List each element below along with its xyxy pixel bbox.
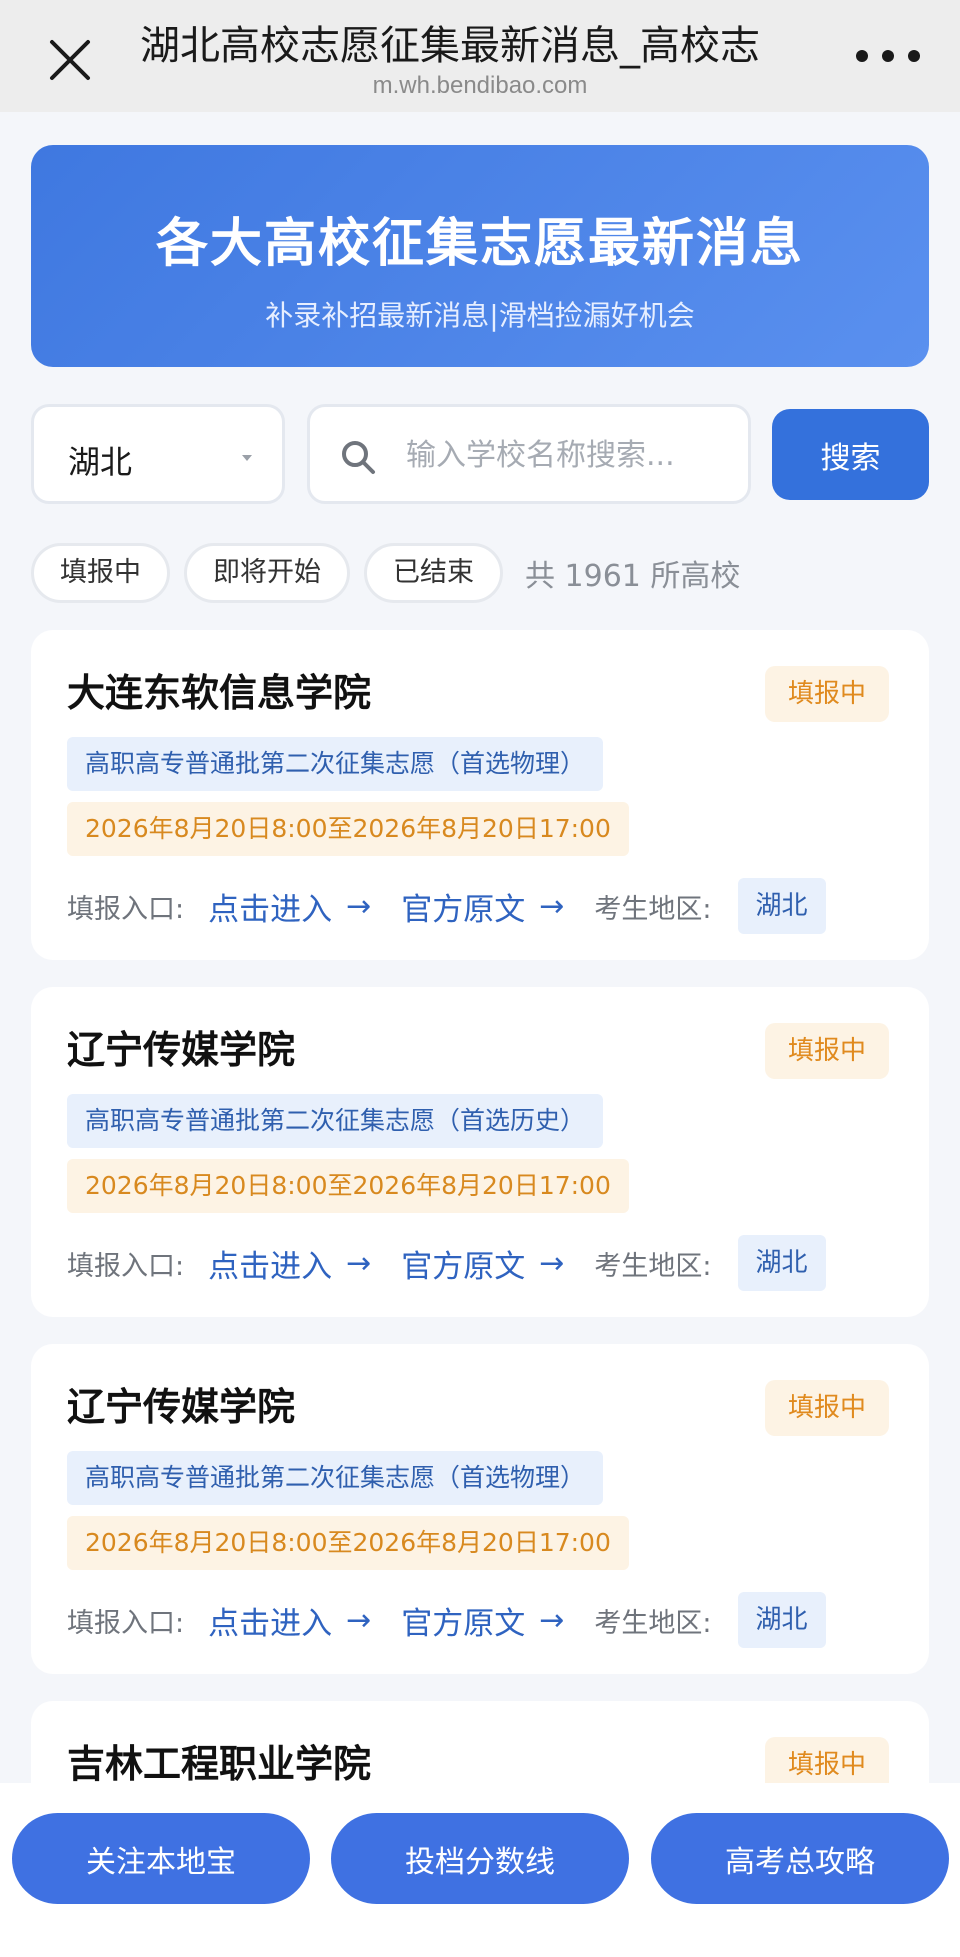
page-title: 湖北高校志愿征集最新消息_高校志 bbox=[140, 23, 760, 69]
card-links-row: 填报入口: 点击进入 → 官方原文 → 考生地区: 湖北 bbox=[67, 878, 897, 934]
search-input[interactable] bbox=[406, 433, 726, 477]
enter-link[interactable]: 点击进入 → bbox=[208, 1598, 371, 1643]
batch-tag: 高职高专普通批第二次征集志愿（首选物理） bbox=[67, 737, 604, 791]
arrow-right-icon: → bbox=[539, 888, 565, 924]
hero-subtitle: 补录补招最新消息|滑档捡漏好机会 bbox=[265, 299, 695, 332]
gaokao-guide-button[interactable]: 高考总攻略 bbox=[651, 1813, 949, 1904]
enter-link[interactable]: 点击进入 → bbox=[208, 884, 371, 929]
original-link-label: 官方原文 bbox=[401, 1605, 526, 1642]
school-card[interactable]: 辽宁传媒学院 填报中 高职高专普通批第二次征集志愿（首选历史） 2026年8月2… bbox=[31, 987, 929, 1317]
date-tag: 2026年8月20日8:00至2026年8月20日17:00 bbox=[67, 1159, 629, 1213]
region-tag: 湖北 bbox=[737, 878, 826, 934]
filter-chip-filling[interactable]: 填报中 bbox=[31, 543, 170, 603]
enter-link-label: 点击进入 bbox=[208, 891, 333, 928]
score-line-button[interactable]: 投档分数线 bbox=[331, 1813, 629, 1904]
search-box bbox=[307, 404, 751, 504]
hero-title: 各大高校征集志愿最新消息 bbox=[155, 214, 804, 274]
region-select[interactable]: 湖北 bbox=[31, 404, 285, 504]
hero-banner: 各大高校征集志愿最新消息 补录补招最新消息|滑档捡漏好机会 bbox=[31, 145, 929, 367]
school-card[interactable]: 辽宁传媒学院 填报中 高职高专普通批第二次征集志愿（首选物理） 2026年8月2… bbox=[31, 1344, 929, 1674]
school-name: 大连东软信息学院 bbox=[67, 671, 372, 715]
entry-label: 填报入口: bbox=[67, 893, 185, 925]
region-label: 考生地区: bbox=[594, 893, 712, 925]
region-select-value: 湖北 bbox=[68, 443, 133, 481]
search-icon bbox=[342, 441, 375, 474]
school-count: 共 1961 所高校 bbox=[525, 559, 741, 594]
original-link-label: 官方原文 bbox=[401, 1248, 526, 1285]
filter-chip-ended[interactable]: 已结束 bbox=[364, 543, 503, 603]
card-links-row: 填报入口: 点击进入 → 官方原文 → 考生地区: 湖北 bbox=[67, 1592, 897, 1648]
school-card[interactable]: 大连东软信息学院 填报中 高职高专普通批第二次征集志愿（首选物理） 2026年8… bbox=[31, 630, 929, 960]
follow-bendibao-button[interactable]: 关注本地宝 bbox=[12, 1813, 310, 1904]
batch-tag: 高职高专普通批第二次征集志愿（首选物理） bbox=[67, 1451, 604, 1505]
arrow-right-icon: → bbox=[346, 888, 372, 924]
date-tag: 2026年8月20日8:00至2026年8月20日17:00 bbox=[67, 802, 629, 856]
school-name: 吉林工程职业学院 bbox=[67, 1742, 372, 1786]
region-tag: 湖北 bbox=[737, 1592, 826, 1648]
batch-tag: 高职高专普通批第二次征集志愿（首选历史） bbox=[67, 1094, 604, 1148]
date-tag: 2026年8月20日8:00至2026年8月20日17:00 bbox=[67, 1516, 629, 1570]
caret-down-icon bbox=[242, 455, 252, 461]
browser-topbar: 湖北高校志愿征集最新消息_高校志 m.wh.bendibao.com bbox=[0, 0, 960, 112]
filter-chips: 填报中 即将开始 已结束 共 1961 所高校 bbox=[31, 543, 740, 603]
status-badge: 填报中 bbox=[765, 1380, 889, 1436]
arrow-right-icon: → bbox=[539, 1245, 565, 1281]
entry-label: 填报入口: bbox=[67, 1250, 185, 1282]
region-label: 考生地区: bbox=[594, 1607, 712, 1639]
bottom-nav: 关注本地宝 投档分数线 高考总攻略 bbox=[0, 1783, 960, 1957]
enter-link-label: 点击进入 bbox=[208, 1605, 333, 1642]
school-name: 辽宁传媒学院 bbox=[67, 1385, 296, 1429]
original-link-label: 官方原文 bbox=[401, 891, 526, 928]
region-tag: 湖北 bbox=[737, 1235, 826, 1291]
search-button[interactable]: 搜索 bbox=[772, 409, 929, 500]
enter-link[interactable]: 点击进入 → bbox=[208, 1241, 371, 1286]
card-links-row: 填报入口: 点击进入 → 官方原文 → 考生地区: 湖北 bbox=[67, 1235, 897, 1291]
entry-label: 填报入口: bbox=[67, 1607, 185, 1639]
status-badge: 填报中 bbox=[765, 666, 889, 722]
enter-link-label: 点击进入 bbox=[208, 1248, 333, 1285]
original-link[interactable]: 官方原文 → bbox=[401, 1598, 564, 1643]
arrow-right-icon: → bbox=[346, 1602, 372, 1638]
page-url: m.wh.bendibao.com bbox=[372, 72, 588, 99]
arrow-right-icon: → bbox=[346, 1245, 372, 1281]
region-label: 考生地区: bbox=[594, 1250, 712, 1282]
original-link[interactable]: 官方原文 → bbox=[401, 1241, 564, 1286]
arrow-right-icon: → bbox=[539, 1602, 565, 1638]
filter-chip-upcoming[interactable]: 即将开始 bbox=[184, 543, 350, 603]
more-options-icon[interactable] bbox=[856, 44, 920, 68]
status-badge: 填报中 bbox=[765, 1023, 889, 1079]
school-name: 辽宁传媒学院 bbox=[67, 1028, 296, 1072]
original-link[interactable]: 官方原文 → bbox=[401, 884, 564, 929]
